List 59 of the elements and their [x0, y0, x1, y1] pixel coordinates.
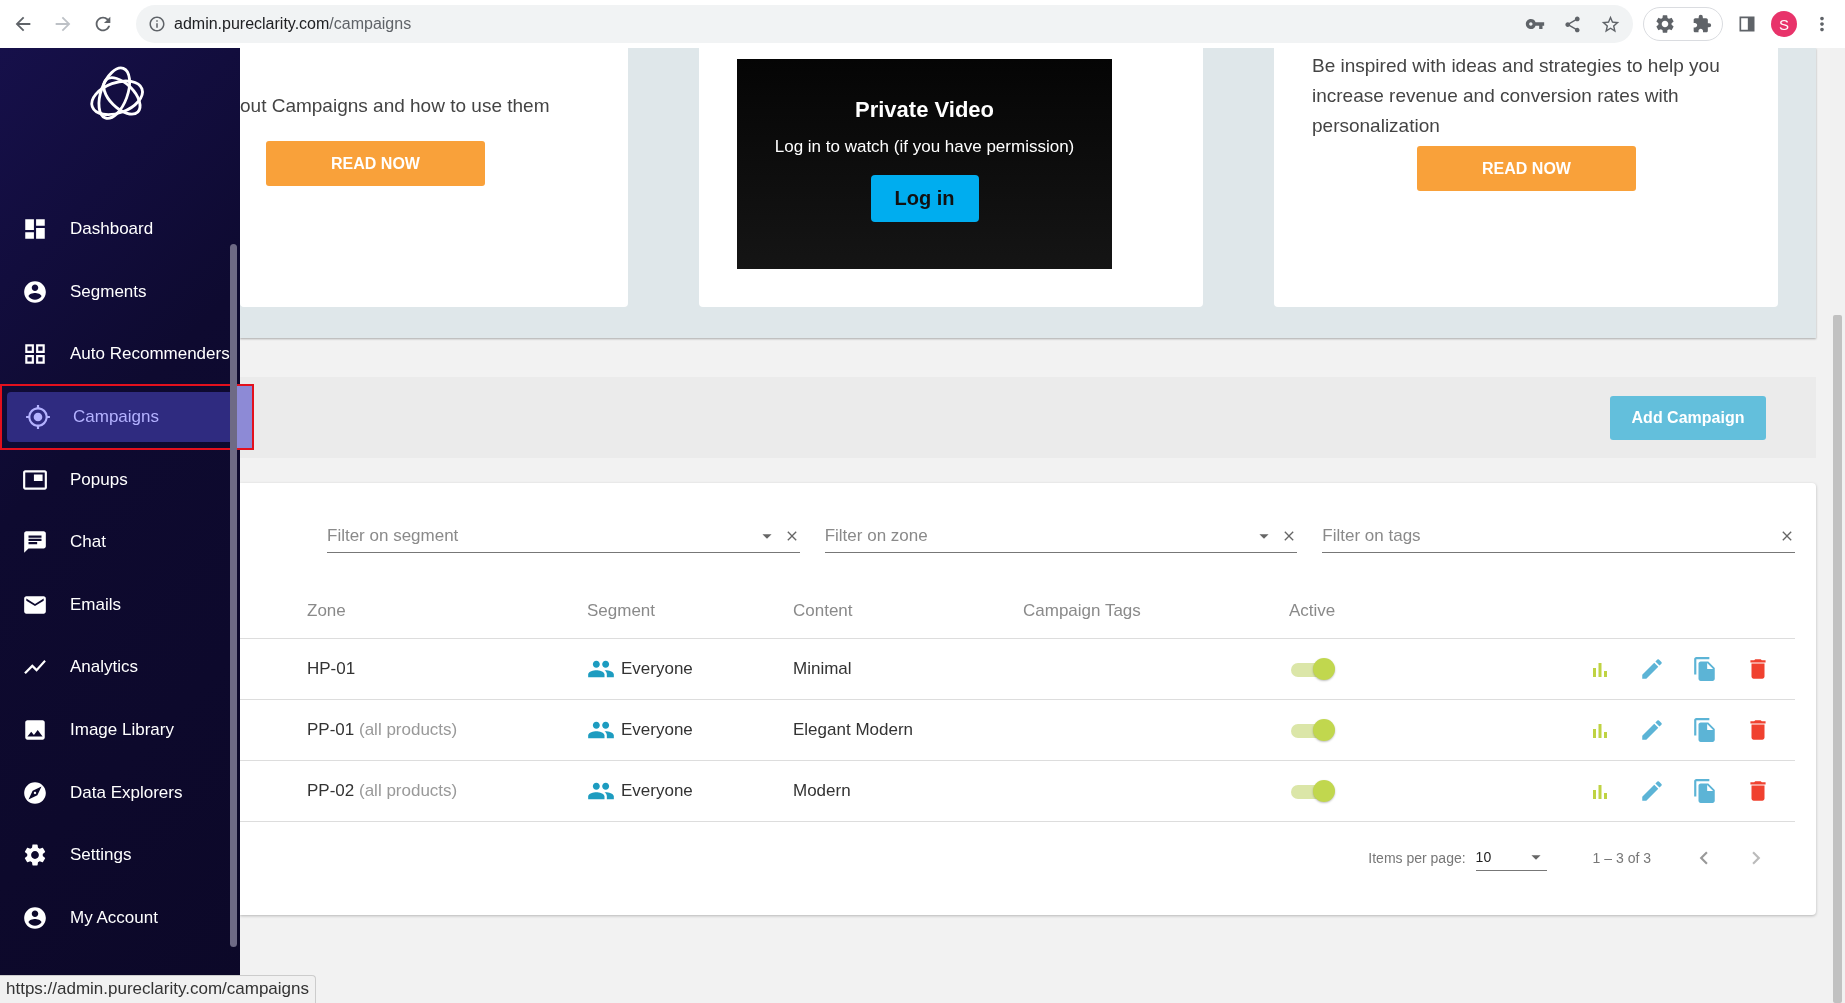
items-per-page-select[interactable]: 10	[1475, 844, 1547, 871]
star-icon[interactable]	[1600, 13, 1621, 35]
sidebar-item[interactable]: Chat	[0, 511, 240, 574]
sidebar-item[interactable]: Analytics	[0, 636, 240, 699]
edit-icon[interactable]	[1639, 656, 1665, 682]
sidebar-item[interactable]: Campaigns	[0, 383, 254, 450]
sidebar-item[interactable]: Settings	[0, 823, 240, 887]
info-icon[interactable]	[148, 15, 166, 33]
toggle-switch[interactable]	[1289, 780, 1335, 802]
url-text: admin.pureclarity.com/campaigns	[174, 15, 413, 33]
toggle-switch[interactable]	[1289, 719, 1335, 741]
table-cell-text: PP-01 (all products)	[307, 720, 459, 740]
gear-icon[interactable]	[1654, 13, 1676, 35]
compass-icon	[22, 779, 48, 806]
video-message: Log in to watch (if you have permission)	[774, 137, 1075, 157]
filter-field[interactable]: Filter on zone	[824, 526, 1248, 546]
sidebar-item[interactable]: Emails	[0, 573, 240, 637]
video-title: Private Video	[855, 97, 994, 123]
card-text: out Campaigns and how to use them	[240, 94, 551, 118]
edit-icon[interactable]	[1639, 778, 1665, 804]
toggle-switch[interactable]	[1289, 658, 1335, 680]
sidebar-item[interactable]: Popups	[0, 448, 240, 511]
profile-avatar[interactable]: S	[1771, 11, 1797, 37]
scrollbar-thumb[interactable]	[230, 244, 237, 947]
card-text: Be inspired with ideas and strategies to help you increase revenue and conversion rates with personalization	[1312, 54, 1721, 138]
sidebar-item[interactable]: Segments	[0, 260, 240, 324]
table-cell-text: Modern	[793, 781, 852, 801]
address-bar[interactable]: admin.pureclarity.com/campaigns	[136, 5, 1633, 43]
page-range: 1 – 3 of 3	[1592, 849, 1651, 866]
scrollbar-thumb[interactable]	[1833, 315, 1842, 1003]
edit-icon[interactable]	[1639, 717, 1665, 743]
table-cell-text: PP-02 (all products)	[307, 781, 459, 801]
side-panel-icon[interactable]	[1737, 14, 1757, 34]
sidebar-item[interactable]: Data Explorers	[0, 761, 240, 824]
table-cell: Everyone	[621, 720, 693, 740]
copy-icon[interactable]	[1692, 778, 1718, 804]
table-cell: Everyone	[621, 781, 693, 801]
filter-field[interactable]: Filter on tags	[1322, 526, 1773, 546]
filter-field[interactable]: Filter on segment	[327, 526, 750, 546]
person-icon	[22, 904, 48, 931]
copy-icon[interactable]	[1692, 656, 1718, 682]
person-icon	[22, 278, 48, 305]
sidebar-item[interactable]: Dashboard	[0, 198, 240, 261]
items-per-page-label: Items per page:	[1368, 849, 1466, 866]
table-cell-text: Elegant Modern	[793, 720, 915, 740]
puzzle-icon[interactable]	[1692, 14, 1712, 34]
copy-icon[interactable]	[1692, 717, 1718, 743]
login-button[interactable]: Log in	[870, 175, 979, 222]
status-url: https://admin.pureclarity.com/campaigns	[6, 979, 309, 998]
target-icon	[25, 403, 51, 430]
table-cell: Everyone	[621, 659, 693, 679]
sidebar-item[interactable]: Auto Recommenders	[0, 323, 240, 386]
table-cell-text: Minimal	[793, 659, 853, 679]
share-icon[interactable]	[1563, 14, 1582, 34]
sidebar-item[interactable]: My Account	[0, 886, 240, 950]
sidebar-item[interactable]: Image Library	[0, 698, 240, 762]
column-header[interactable]: Content	[793, 600, 1023, 621]
column-header[interactable]: Campaign Tags	[1023, 600, 1289, 621]
table-cell-text: HP-01	[307, 659, 357, 679]
